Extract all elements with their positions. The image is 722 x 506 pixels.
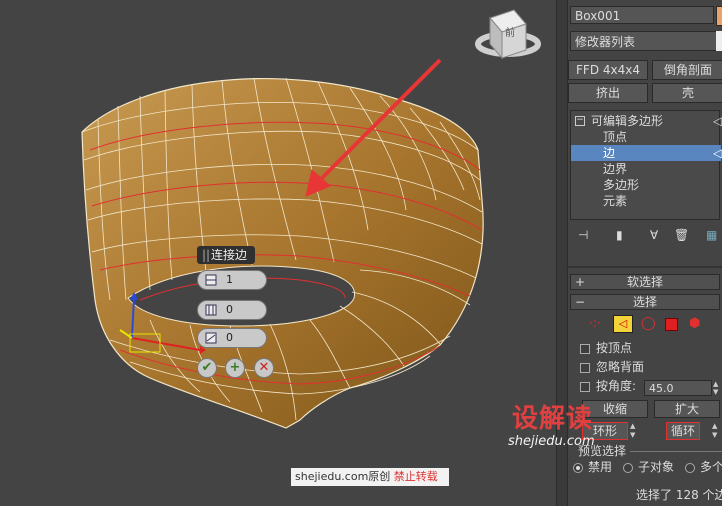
perspective-viewport[interactable]: 前 || 连接边 1 0 0 ✔ + ✕ shejiedu.com原创 禁止转载 (0, 0, 556, 506)
slide-spinner[interactable]: 0 (197, 328, 267, 348)
by-vertex-checkbox[interactable] (580, 344, 590, 354)
caddy-title-text: 连接边 (211, 248, 248, 262)
ignore-backfacing-checkbox[interactable] (580, 363, 590, 373)
ring-spinner-arrows[interactable]: ▲ ▼ (630, 422, 638, 440)
watermark: shejiedu.com原创 禁止转载 (291, 468, 449, 486)
chamfer-profile-button[interactable]: 倒角剖面 (652, 60, 722, 80)
preview-group-line (630, 451, 722, 452)
collapse-toggle-icon[interactable]: − (575, 116, 585, 126)
slide-icon (204, 331, 218, 351)
slide-value[interactable]: 0 (226, 329, 233, 347)
preview-disabled-radio[interactable] (573, 463, 583, 473)
segments-value[interactable]: 1 (226, 271, 233, 289)
border-mode-icon[interactable]: ◯ (641, 316, 656, 331)
by-vertex-label: 按顶点 (596, 341, 633, 355)
pinch-icon (204, 303, 218, 323)
stack-item-label: 顶点 (603, 130, 628, 144)
checkmark-icon: ✔ (201, 360, 213, 375)
watermark-notice: 禁止转载 (393, 470, 438, 483)
preview-subobject-label: 子对象 (638, 460, 675, 474)
pinch-spinner[interactable]: 0 (197, 300, 267, 320)
pinch-value[interactable]: 0 (226, 301, 233, 319)
stack-item-border[interactable]: 边界 (571, 161, 721, 177)
stack-item-polygon[interactable]: 多边形 (571, 177, 721, 193)
apply-button[interactable]: + (225, 358, 245, 378)
extrude-button[interactable]: 挤出 (568, 83, 648, 103)
preview-disabled-label: 禁用 (588, 460, 613, 474)
edge-mode-icon[interactable]: ◁ (613, 315, 633, 333)
stack-item-label: 边 (603, 146, 616, 160)
modifier-list-dropdown[interactable]: 修改器列表 (570, 31, 718, 51)
selection-status: 选择了 128 个边 (636, 488, 722, 502)
modifier-list-arrow[interactable] (716, 31, 722, 51)
preview-multi-label: 多个 (700, 460, 722, 474)
stack-item-element[interactable]: 元素 (571, 193, 721, 209)
pin-stack-icon[interactable]: ⊣ (578, 228, 588, 242)
caddy-drag-handle[interactable]: || (202, 246, 210, 264)
by-angle-label: 按角度: (596, 379, 637, 393)
selection-label: 选择 (632, 295, 657, 309)
soft-selection-label: 软选择 (626, 275, 663, 289)
stack-item-arrow-icon: ◁ (713, 146, 722, 160)
loop-spinner-arrows[interactable]: ▲ ▼ (712, 422, 720, 440)
stack-root-label: 可编辑多边形 (591, 114, 664, 128)
mesh-scene (81, 9, 541, 429)
stack-root[interactable]: − 可编辑多边形 ◁ (571, 113, 722, 129)
segments-icon (204, 273, 218, 293)
object-name-field[interactable]: Box001 (570, 6, 714, 24)
watermark-site: shejiedu.com原创 (295, 470, 391, 483)
preview-selection-label: 预览选择 (578, 444, 627, 458)
angle-value-field[interactable]: 45.0 (644, 380, 712, 396)
stack-item-vertex[interactable]: 顶点 (571, 129, 721, 145)
viewcube-label[interactable]: 前 (505, 24, 515, 39)
ignore-backfacing-label: 忽略背面 (596, 360, 645, 374)
preview-subobject-radio[interactable] (623, 463, 633, 473)
loop-button[interactable]: 循环 (666, 422, 700, 440)
polygon-mode-icon[interactable] (665, 318, 678, 331)
element-mode-icon[interactable]: ⬢ (689, 316, 700, 331)
object-color-swatch[interactable] (716, 6, 722, 26)
angle-spinner-arrows[interactable]: ▲ ▼ (713, 380, 721, 396)
x-icon: ✕ (258, 360, 270, 375)
stack-item-edge[interactable]: 边 ◁ (571, 145, 722, 161)
segments-spinner[interactable]: 1 (197, 270, 267, 290)
cancel-button[interactable]: ✕ (254, 358, 274, 378)
preview-multi-radio[interactable] (685, 463, 695, 473)
stack-item-label: 边界 (603, 162, 628, 176)
stack-root-arrow-icon: ◁ (713, 114, 722, 128)
show-end-result-icon[interactable]: ▮ (616, 228, 623, 242)
remove-modifier-icon[interactable]: 🗑 (674, 228, 689, 242)
site-logo: 设解读 (512, 404, 594, 434)
collapse-icon: − (575, 295, 586, 309)
grow-button[interactable]: 扩大 (654, 400, 720, 418)
plus-icon: + (229, 360, 241, 375)
modifier-stack[interactable]: − 可编辑多边形 ◁ 顶点 边 ◁ 边界 多边形 元素 (570, 110, 722, 220)
make-unique-icon[interactable]: ∀ (650, 228, 658, 242)
stack-item-label: 多边形 (603, 178, 640, 192)
vertex-mode-icon[interactable]: ·:· (589, 316, 601, 330)
stack-item-label: 元素 (603, 194, 628, 208)
panel-separator (566, 266, 722, 268)
ok-button[interactable]: ✔ (197, 358, 217, 378)
expand-icon: + (575, 275, 586, 289)
connect-edges-caddy-title: || 连接边 (197, 246, 255, 264)
soft-selection-rollout[interactable]: + 软选择 (570, 274, 720, 290)
selection-rollout[interactable]: − 选择 (570, 294, 720, 310)
by-angle-checkbox[interactable] (580, 382, 590, 392)
shell-button[interactable]: 壳 (652, 83, 722, 103)
configure-sets-icon[interactable]: ▦ (706, 228, 717, 242)
subobject-modes: ·:· ◁ ◯ ⬢ (585, 314, 721, 336)
stack-toolbar: ⊣ ▮ ∀ 🗑 ▦ (570, 228, 720, 246)
ffd-button[interactable]: FFD 4x4x4 (568, 60, 648, 80)
